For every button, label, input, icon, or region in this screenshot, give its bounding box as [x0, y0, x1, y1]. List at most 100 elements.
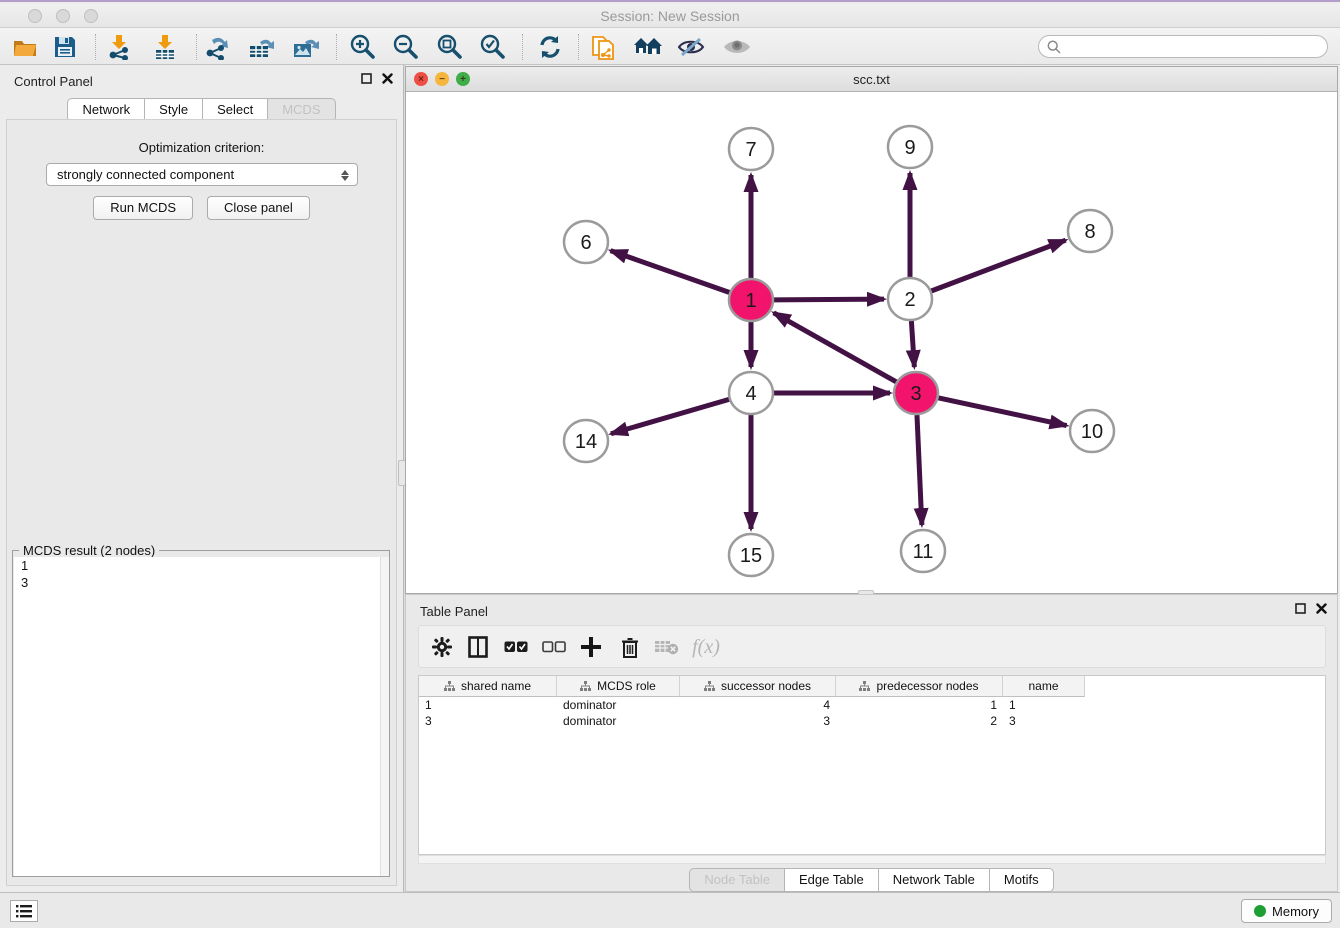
table-cell[interactable]: 4: [680, 697, 836, 713]
export-network-icon[interactable]: [201, 33, 235, 61]
table-tabs: Node TableEdge TableNetwork TableMotifs: [406, 868, 1337, 892]
column-header-label: successor nodes: [721, 679, 811, 693]
column-header-successor-nodes[interactable]: successor nodes: [680, 676, 836, 697]
table-cell[interactable]: 1: [836, 697, 1003, 713]
select-all-icon[interactable]: [501, 633, 531, 661]
table-row[interactable]: 3dominator323: [419, 713, 1325, 729]
node-11[interactable]: 11: [901, 530, 945, 572]
node-9[interactable]: 9: [888, 126, 932, 168]
table-hscrollbar[interactable]: [418, 855, 1326, 864]
edge-1-6[interactable]: [611, 251, 731, 293]
column-header-shared-name[interactable]: shared name: [419, 676, 557, 697]
node-10[interactable]: 10: [1070, 410, 1114, 452]
open-session-icon[interactable]: [8, 33, 42, 61]
network-canvas[interactable]: 1 2 3 4 6 7 8 9 10 11 14 15: [406, 92, 1337, 593]
close-panel-button[interactable]: Close panel: [207, 196, 310, 220]
zoom-in-icon[interactable]: [345, 33, 379, 61]
column-header-name[interactable]: name: [1003, 676, 1085, 697]
float-panel-icon[interactable]: [361, 73, 372, 84]
zoom-out-icon[interactable]: [388, 33, 422, 61]
node-15[interactable]: 15: [729, 534, 773, 576]
optimization-criterion-label: Optimization criterion:: [7, 140, 396, 155]
houses-icon[interactable]: [631, 33, 665, 61]
node-4[interactable]: 4: [729, 372, 773, 414]
memory-label: Memory: [1272, 904, 1319, 919]
table-cell[interactable]: dominator: [557, 713, 680, 729]
deselect-all-icon[interactable]: [539, 633, 569, 661]
criterion-dropdown[interactable]: strongly connected component: [46, 163, 358, 186]
hierarchy-icon: [580, 681, 591, 692]
main-toolbar: [0, 28, 1340, 65]
memory-status-icon: [1254, 905, 1266, 917]
column-header-predecessor-nodes[interactable]: predecessor nodes: [836, 676, 1003, 697]
table-tab-edge-table[interactable]: Edge Table: [785, 868, 879, 892]
import-network-icon[interactable]: [102, 33, 136, 61]
export-table-icon[interactable]: [245, 33, 279, 61]
mcds-panel: Optimization criterion: strongly connect…: [6, 119, 397, 886]
edge-2-3[interactable]: [911, 321, 914, 367]
close-table-panel-icon[interactable]: [1316, 603, 1327, 614]
edge-4-14[interactable]: [611, 399, 730, 434]
search-input[interactable]: [1066, 40, 1327, 54]
mcds-result-list[interactable]: 13: [14, 557, 389, 876]
network-window-header[interactable]: × − + scc.txt: [406, 67, 1337, 92]
table-cell[interactable]: 3: [419, 713, 557, 729]
node-7[interactable]: 7: [729, 128, 773, 170]
search-icon: [1047, 40, 1061, 54]
table-cell[interactable]: dominator: [557, 697, 680, 713]
show-all-eye-icon[interactable]: [720, 33, 754, 61]
float-table-panel-icon[interactable]: [1295, 603, 1306, 614]
refresh-view-icon[interactable]: [533, 33, 567, 61]
edge-3-11[interactable]: [917, 415, 922, 525]
apply-function-icon[interactable]: f(x): [691, 633, 721, 661]
network-window-title: scc.txt: [406, 72, 1337, 87]
node-3[interactable]: 3: [894, 372, 938, 414]
hide-selected-eye-slash-icon[interactable]: [674, 33, 708, 61]
table-tab-node-table[interactable]: Node Table: [689, 868, 785, 892]
table-cell[interactable]: 2: [836, 713, 1003, 729]
edge-3-1[interactable]: [774, 313, 897, 382]
toolbar-separator: [336, 34, 337, 60]
table-cell[interactable]: 3: [1003, 713, 1085, 729]
table-tab-network-table[interactable]: Network Table: [879, 868, 990, 892]
network-file-icon[interactable]: [587, 33, 621, 61]
node-label: 11: [913, 541, 934, 563]
node-14[interactable]: 14: [564, 420, 608, 462]
edge-3-10[interactable]: [938, 398, 1067, 426]
toolbar-separator: [522, 34, 523, 60]
node-label: 15: [740, 545, 762, 567]
delete-table-icon[interactable]: [652, 633, 682, 661]
table-cell[interactable]: 1: [419, 697, 557, 713]
network-view-window: × − + scc.txt 1 2 3 4 6 7 8 9 10 11 14 15: [405, 66, 1338, 594]
zoom-fit-icon[interactable]: [432, 33, 466, 61]
result-scrollbar[interactable]: [380, 557, 389, 876]
edge-2-8[interactable]: [931, 240, 1066, 291]
table-row[interactable]: 1dominator411: [419, 697, 1325, 713]
node-label: 6: [580, 232, 591, 254]
node-6[interactable]: 6: [564, 221, 608, 263]
delete-column-trash-icon[interactable]: [615, 633, 645, 661]
node-2[interactable]: 2: [888, 278, 932, 320]
table-cell[interactable]: 3: [680, 713, 836, 729]
close-panel-icon[interactable]: [382, 73, 393, 84]
memory-button[interactable]: Memory: [1241, 899, 1332, 923]
node-1[interactable]: 1: [729, 279, 773, 321]
task-history-button[interactable]: [10, 900, 38, 922]
column-header-MCDS-role[interactable]: MCDS role: [557, 676, 680, 697]
show-columns-icon[interactable]: [463, 633, 493, 661]
node-8[interactable]: 8: [1068, 210, 1112, 252]
run-mcds-button[interactable]: Run MCDS: [93, 196, 193, 220]
zoom-selected-icon[interactable]: [475, 33, 509, 61]
result-line: 3: [14, 574, 389, 591]
table-tab-motifs[interactable]: Motifs: [990, 868, 1054, 892]
list-icon: [16, 905, 32, 918]
table-cell[interactable]: 1: [1003, 697, 1085, 713]
add-column-plus-icon[interactable]: [576, 633, 606, 661]
save-session-icon[interactable]: [48, 33, 82, 61]
edge-1-2[interactable]: [773, 299, 884, 300]
export-image-icon[interactable]: [289, 33, 323, 61]
import-table-icon[interactable]: [148, 33, 182, 61]
node-table[interactable]: shared nameMCDS role successor nodes prede…: [418, 675, 1326, 855]
table-settings-gear-icon[interactable]: [427, 633, 457, 661]
node-label: 3: [910, 383, 921, 405]
